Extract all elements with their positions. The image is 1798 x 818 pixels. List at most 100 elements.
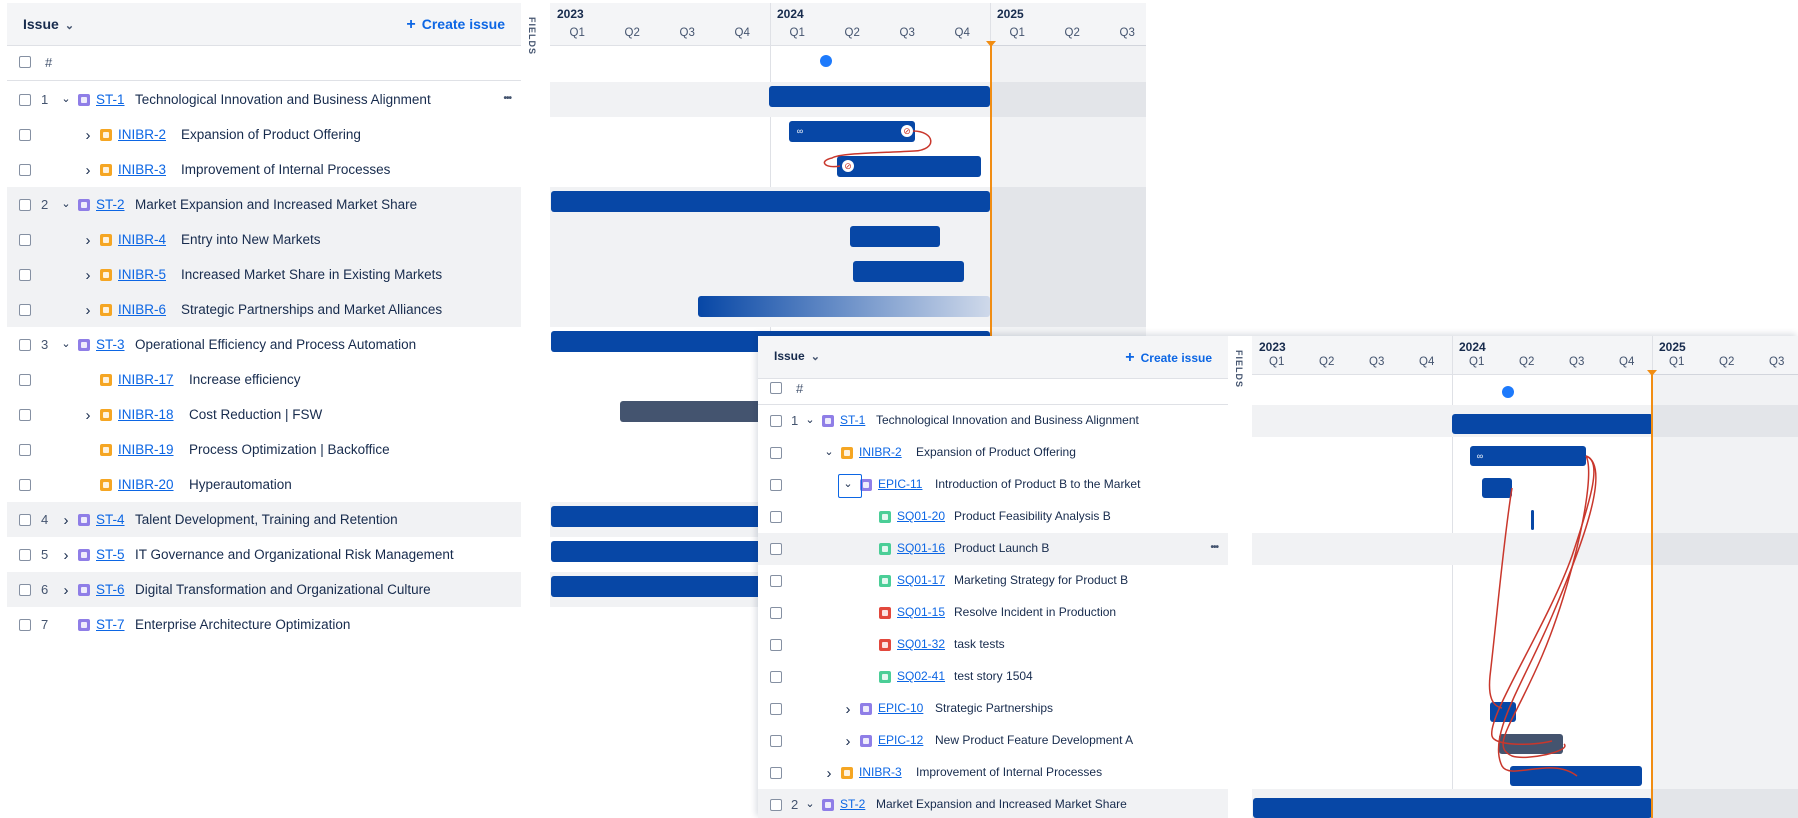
issue-key-link[interactable]: SQ01-32 bbox=[897, 637, 945, 651]
timeline-bar[interactable] bbox=[1482, 478, 1512, 498]
list-item[interactable]: › INIBR-18 Cost Reduction | FSW bbox=[7, 397, 521, 432]
expand-chevron-icon[interactable]: › bbox=[60, 547, 72, 564]
issue-column-dropdown[interactable]: Issue ⌄ bbox=[23, 16, 74, 32]
list-item[interactable]: 1 ⌄ ST-1 Technological Innovation and Busin… bbox=[7, 82, 521, 117]
list-item[interactable]: SQ01-32 task tests bbox=[758, 629, 1228, 661]
dependency-line[interactable] bbox=[1488, 487, 1513, 709]
collapse-chevron-icon[interactable]: ⌄ bbox=[804, 413, 816, 426]
list-item[interactable]: SQ01-15 Resolve Incident in Production bbox=[758, 597, 1228, 629]
row-checkbox[interactable] bbox=[770, 703, 782, 715]
issue-key-link[interactable]: INIBR-2 bbox=[859, 445, 902, 459]
timeline-bar[interactable] bbox=[789, 121, 915, 142]
list-item[interactable]: › INIBR-3 Improvement of Internal Processe… bbox=[758, 757, 1228, 789]
list-item[interactable]: › INIBR-2 Expansion of Product Offering bbox=[7, 117, 521, 152]
row-checkbox[interactable] bbox=[19, 339, 31, 351]
timeline-bar[interactable] bbox=[853, 261, 964, 282]
row-checkbox[interactable] bbox=[770, 799, 782, 811]
issue-key-link[interactable]: ST-2 bbox=[840, 797, 865, 811]
expand-chevron-icon[interactable]: › bbox=[82, 302, 94, 319]
list-item[interactable]: › INIBR-4 Entry into New Markets bbox=[7, 222, 521, 257]
expand-chevron-icon[interactable]: › bbox=[82, 267, 94, 284]
expand-chevron-icon[interactable]: › bbox=[842, 733, 854, 750]
row-checkbox[interactable] bbox=[19, 269, 31, 281]
timeline-bar[interactable] bbox=[698, 296, 990, 317]
issue-key-link[interactable]: SQ02-41 bbox=[897, 669, 945, 683]
list-item[interactable]: 6 › ST-6 Digital Transformation and Organiz… bbox=[7, 572, 521, 607]
fields-toggle[interactable]: FIELDS bbox=[1234, 350, 1244, 388]
timeline-bar[interactable] bbox=[1499, 734, 1563, 754]
timeline-bar[interactable] bbox=[551, 191, 990, 212]
fields-toggle[interactable]: FIELDS bbox=[527, 17, 537, 55]
row-checkbox[interactable] bbox=[770, 575, 782, 587]
collapse-chevron-icon[interactable]: ⌄ bbox=[804, 797, 816, 810]
row-checkbox[interactable] bbox=[19, 444, 31, 456]
collapse-chevron-icon[interactable]: ⌄ bbox=[60, 197, 72, 210]
list-item[interactable]: INIBR-20 Hyperautomation bbox=[7, 467, 521, 502]
issue-column-dropdown[interactable]: Issue ⌄ bbox=[774, 349, 820, 363]
row-checkbox[interactable] bbox=[19, 374, 31, 386]
issue-key-link[interactable]: INIBR-5 bbox=[118, 267, 166, 282]
create-issue-button[interactable]: + Create issue bbox=[406, 16, 505, 34]
issue-key-link[interactable]: ST-1 bbox=[96, 92, 125, 107]
row-checkbox[interactable] bbox=[19, 549, 31, 561]
row-checkbox[interactable] bbox=[770, 415, 782, 427]
expand-chevron-icon[interactable]: › bbox=[82, 162, 94, 179]
issue-key-link[interactable]: ST-5 bbox=[96, 547, 125, 562]
issue-key-link[interactable]: SQ01-15 bbox=[897, 605, 945, 619]
list-item[interactable]: 3 ⌄ ST-3 Operational Efficiency and Process… bbox=[7, 327, 521, 362]
expand-chevron-icon[interactable]: › bbox=[82, 407, 94, 424]
row-checkbox[interactable] bbox=[770, 639, 782, 651]
row-checkbox[interactable] bbox=[19, 479, 31, 491]
timeline-bar[interactable] bbox=[769, 86, 990, 107]
row-checkbox[interactable] bbox=[770, 479, 782, 491]
issue-key-link[interactable]: ST-2 bbox=[96, 197, 125, 212]
row-checkbox[interactable] bbox=[770, 447, 782, 459]
list-item[interactable]: 1 ⌄ ST-1 Technological Innovation and Busin… bbox=[758, 405, 1228, 437]
row-checkbox[interactable] bbox=[19, 199, 31, 211]
timeline-bar[interactable] bbox=[1253, 798, 1652, 818]
row-checkbox[interactable] bbox=[770, 767, 782, 779]
issue-key-link[interactable]: EPIC-12 bbox=[878, 733, 923, 747]
row-checkbox[interactable] bbox=[19, 94, 31, 106]
timeline-bar[interactable] bbox=[1452, 414, 1653, 434]
issue-key-link[interactable]: ST-6 bbox=[96, 582, 125, 597]
select-all-checkbox[interactable] bbox=[19, 56, 31, 68]
expand-chevron-icon[interactable]: › bbox=[60, 582, 72, 599]
timeline-bar[interactable] bbox=[1531, 510, 1534, 530]
list-item[interactable]: 2 ⌄ ST-2 Market Expansion and Increased Mar… bbox=[7, 187, 521, 222]
collapse-chevron-icon[interactable]: ⌄ bbox=[60, 92, 72, 105]
row-checkbox[interactable] bbox=[19, 584, 31, 596]
list-item[interactable]: › INIBR-3 Improvement of Internal Processe… bbox=[7, 152, 521, 187]
issue-key-link[interactable]: INIBR-3 bbox=[859, 765, 902, 779]
list-item[interactable]: SQ01-16 Product Launch B ••• bbox=[758, 533, 1228, 565]
list-item[interactable]: SQ02-41 test story 1504 bbox=[758, 661, 1228, 693]
expand-chevron-icon[interactable]: › bbox=[60, 512, 72, 529]
row-checkbox[interactable] bbox=[770, 735, 782, 747]
issue-key-link[interactable]: ST-4 bbox=[96, 512, 125, 527]
list-item[interactable]: › EPIC-12 New Product Feature Development … bbox=[758, 725, 1228, 757]
row-checkbox[interactable] bbox=[19, 619, 31, 631]
row-checkbox[interactable] bbox=[770, 543, 782, 555]
create-issue-button[interactable]: + Create issue bbox=[1125, 349, 1212, 367]
list-item[interactable]: › INIBR-6 Strategic Partnerships and Marke… bbox=[7, 292, 521, 327]
expand-chevron-icon[interactable]: › bbox=[82, 127, 94, 144]
issue-key-link[interactable]: INIBR-20 bbox=[118, 477, 174, 492]
row-checkbox[interactable] bbox=[770, 511, 782, 523]
timeline-bar[interactable] bbox=[850, 226, 940, 247]
list-item[interactable]: ⌄ INIBR-2 Expansion of Product Offering bbox=[758, 437, 1228, 469]
row-checkbox[interactable] bbox=[19, 234, 31, 246]
row-checkbox[interactable] bbox=[770, 671, 782, 683]
row-checkbox[interactable] bbox=[19, 514, 31, 526]
issue-key-link[interactable]: INIBR-3 bbox=[118, 162, 166, 177]
more-actions-icon[interactable]: ••• bbox=[503, 93, 511, 104]
issue-key-link[interactable]: INIBR-4 bbox=[118, 232, 166, 247]
issue-key-link[interactable]: INIBR-18 bbox=[118, 407, 174, 422]
list-item[interactable]: SQ01-20 Product Feasibility Analysis B bbox=[758, 501, 1228, 533]
timeline-bar[interactable] bbox=[1510, 766, 1642, 786]
collapse-chevron-icon[interactable]: ⌄ bbox=[823, 445, 835, 458]
list-item[interactable]: INIBR-17 Increase efficiency bbox=[7, 362, 521, 397]
dependency-line[interactable] bbox=[1497, 455, 1597, 777]
list-item[interactable]: › EPIC-10 Strategic Partnerships bbox=[758, 693, 1228, 725]
list-item[interactable]: ⌄ EPIC-11 Introduction of Product B to the… bbox=[758, 469, 1228, 501]
list-item[interactable]: › INIBR-5 Increased Market Share in Existi… bbox=[7, 257, 521, 292]
